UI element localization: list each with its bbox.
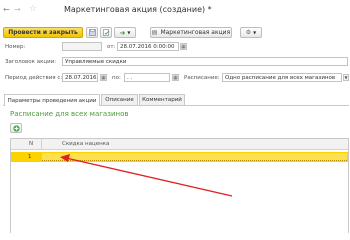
annotation-arrow [60,154,233,197]
annotation-arrow-line [65,157,233,197]
annotation-arrowhead [60,154,70,162]
